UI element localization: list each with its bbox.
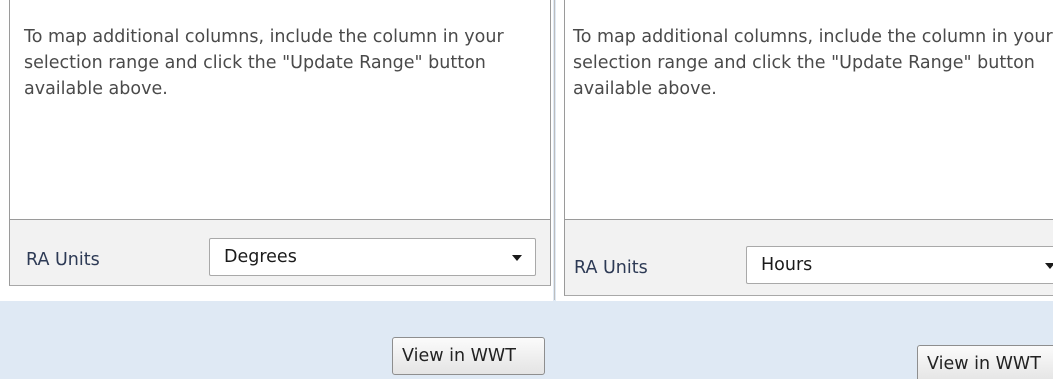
ra-units-row: RA Units Degrees bbox=[10, 220, 550, 285]
ra-units-row: RA Units Hours bbox=[565, 220, 1053, 295]
ra-units-selected-value: Degrees bbox=[224, 247, 297, 267]
footer-bar: View in WWT bbox=[556, 301, 1053, 379]
ra-units-dropdown[interactable]: Hours bbox=[746, 246, 1053, 284]
ra-units-label: RA Units bbox=[26, 250, 100, 270]
footer-bar: View in WWT bbox=[0, 301, 553, 379]
dropdown-arrow-icon[interactable] bbox=[1045, 263, 1053, 269]
view-in-wwt-button[interactable]: View in WWT bbox=[392, 337, 545, 375]
mapping-card: To map additional columns, include the c… bbox=[564, 0, 1053, 296]
left-panel: To map additional columns, include the c… bbox=[0, 0, 553, 379]
mapping-info-text: To map additional columns, include the c… bbox=[573, 27, 1053, 99]
ra-units-dropdown[interactable]: Degrees bbox=[209, 238, 536, 276]
mapping-card: To map additional columns, include the c… bbox=[9, 0, 551, 286]
mapping-info-text: To map additional columns, include the c… bbox=[24, 27, 504, 99]
dropdown-arrow-icon[interactable] bbox=[512, 255, 522, 261]
ra-units-label: RA Units bbox=[574, 258, 648, 278]
view-in-wwt-button[interactable]: View in WWT bbox=[917, 345, 1053, 379]
right-panel: To map additional columns, include the c… bbox=[556, 0, 1053, 379]
ra-units-selected-value: Hours bbox=[761, 255, 813, 275]
